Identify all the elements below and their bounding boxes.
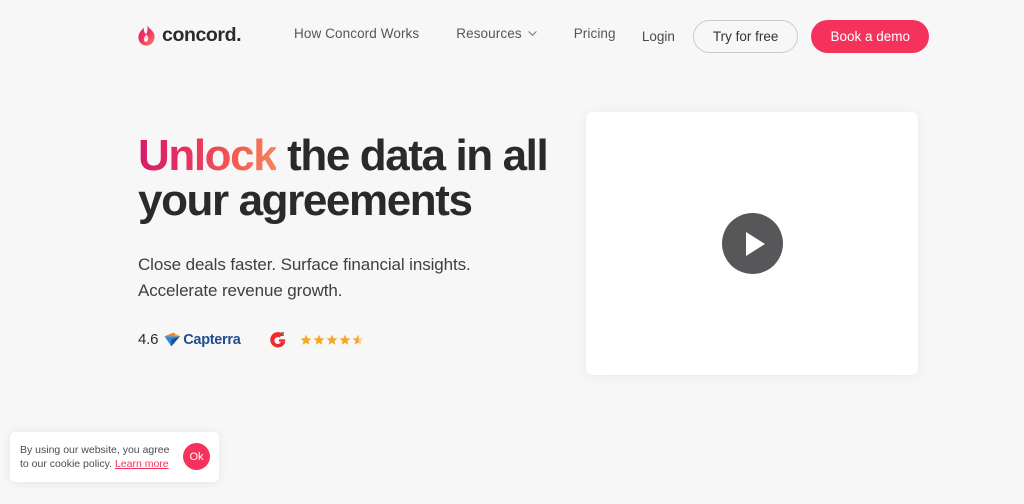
nav-item-label: Resources: [456, 26, 522, 41]
try-for-free-button[interactable]: Try for free: [692, 20, 799, 53]
main-navigation: How Concord Works Resources Pricing: [294, 26, 616, 41]
ratings-row: 4.6 Capterra 2: [138, 330, 568, 349]
hero-subtitle: Close deals faster. Surface financial in…: [138, 252, 568, 304]
rating-badge-capterra[interactable]: 4.6 Capterra: [138, 331, 241, 348]
star-icon: [339, 334, 350, 345]
play-button[interactable]: [721, 213, 783, 274]
cookie-consent-banner: By using our website, you agree to our c…: [10, 432, 219, 482]
nav-item-label: Pricing: [573, 26, 616, 41]
star-icon: [313, 334, 324, 345]
star-half-icon: [352, 334, 363, 345]
star-icon: [300, 334, 311, 345]
hero-section: Unlock the data in all your agreements C…: [138, 133, 568, 349]
nav-item-how-concord-works[interactable]: How Concord Works: [294, 26, 419, 41]
g2-logo-icon: 2: [269, 332, 285, 348]
rating-badge-g2[interactable]: 2: [269, 330, 364, 349]
page-title: Unlock the data in all your agreements: [138, 133, 568, 223]
hero-title-highlight: Unlock: [138, 131, 278, 180]
capterra-score: 4.6: [138, 331, 159, 348]
concord-flame-logo-icon: [138, 25, 155, 46]
capterra-arrow-icon: [164, 332, 181, 347]
svg-text:2: 2: [280, 332, 283, 338]
cookie-accept-button[interactable]: Ok: [183, 443, 210, 470]
capterra-label: Capterra: [183, 331, 241, 348]
nav-item-pricing[interactable]: Pricing: [574, 26, 616, 41]
star-icon: [326, 334, 337, 345]
capterra-logo: Capterra: [164, 331, 241, 348]
play-triangle-icon: [745, 231, 765, 256]
hero-subtitle-line-2: Accelerate revenue growth.: [138, 281, 343, 300]
cookie-learn-more-link[interactable]: Learn more: [115, 458, 169, 470]
brand-logo[interactable]: concord.: [138, 24, 242, 47]
brand-name: concord.: [162, 24, 242, 46]
g2-star-rating: [300, 334, 364, 346]
nav-item-resources[interactable]: Resources: [456, 26, 537, 41]
hero-subtitle-line-1: Close deals faster. Surface financial in…: [138, 255, 471, 274]
hero-video-card[interactable]: [586, 112, 918, 375]
nav-item-label: How Concord Works: [294, 26, 420, 41]
site-header: concord. How Concord Works Resources Pri…: [0, 0, 1024, 70]
chevron-down-icon: [528, 31, 537, 37]
login-link[interactable]: Login: [642, 29, 680, 44]
book-a-demo-button[interactable]: Book a demo: [811, 20, 929, 53]
cookie-banner-text: By using our website, you agree to our c…: [20, 443, 172, 471]
header-actions: Login Try for free Book a demo: [642, 20, 929, 53]
